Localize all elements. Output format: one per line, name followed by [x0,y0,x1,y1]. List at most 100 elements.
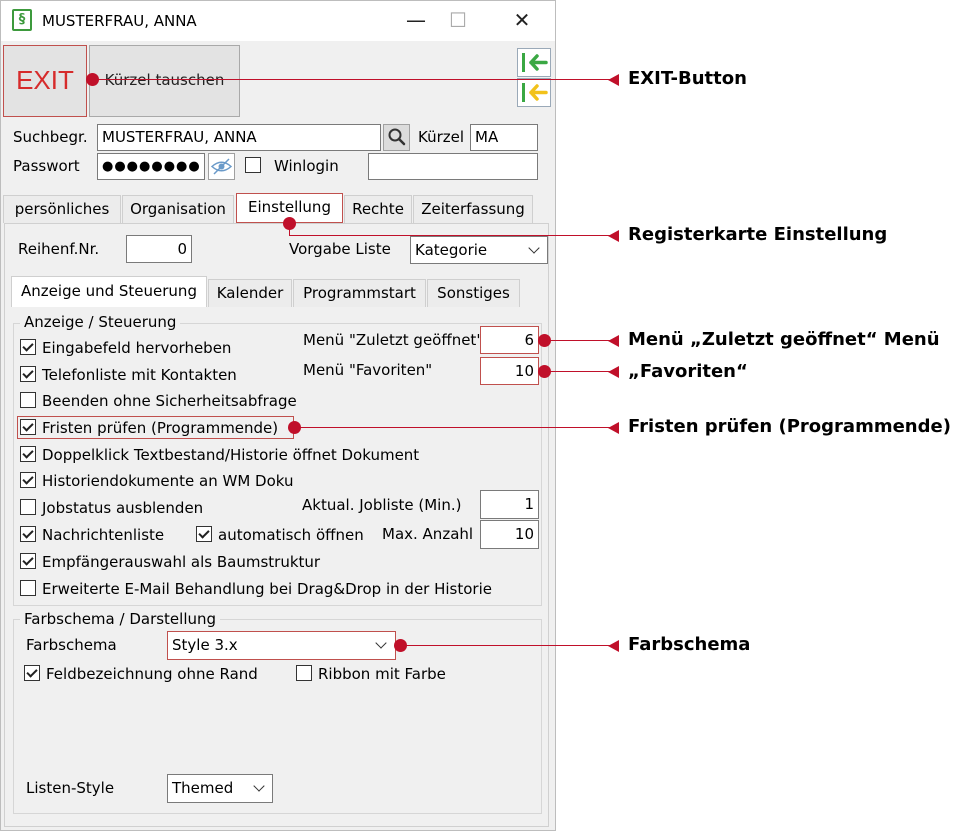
max-anzahl-label: Max. Anzahl [382,525,474,543]
minimize-icon[interactable]: — [396,6,436,36]
callout-line-zuletzt [545,340,612,341]
checkbox-jobstatus[interactable] [20,499,36,515]
checkbox-nachrichtenliste[interactable] [20,526,36,542]
search-input[interactable]: MUSTERFRAU, ANNA [97,124,381,151]
callout-line-register-vertical [289,223,290,235]
label-feldbezeichnung: Feldbezeichnung ohne Rand [46,665,258,683]
subtab-anzeige-steuerung[interactable]: Anzeige und Steuerung [11,276,207,307]
password-label: Passwort [13,157,80,175]
check-icon [22,367,34,379]
checkbox-fristen[interactable] [20,419,36,435]
zuletzt-input[interactable]: 6 [480,326,539,354]
callout-arrow-favoriten [608,366,619,378]
vorgabe-liste-label: Vorgabe Liste [289,240,391,258]
tab-persoenliches[interactable]: persönliches [3,195,121,223]
favoriten-input[interactable]: 10 [480,357,539,385]
listen-style-select[interactable]: Themed [167,774,273,803]
check-icon [22,447,34,459]
callout-line-exit [92,79,612,80]
chevron-down-icon [253,780,265,792]
callout-arrow-exit [608,74,619,86]
check-icon [22,420,34,432]
checkbox-ribbon[interactable] [296,665,312,681]
farbschema-select[interactable]: Style 3.x [167,631,396,660]
checkbox-erweiterte-email[interactable] [20,580,36,596]
checkbox-doppelklick[interactable] [20,446,36,462]
label-erweiterte-email: Erweiterte E-Mail Behandlung bei Drag&Dr… [42,580,492,598]
farbschema-label: Farbschema [26,636,117,654]
callout-line-farbschema [401,645,612,646]
winlogin-checkbox[interactable] [245,157,261,173]
password-input[interactable]: ●●●●●●●● [97,153,205,180]
winlogin-input[interactable] [368,153,538,180]
label-jobstatus: Jobstatus ausblenden [42,499,204,517]
jobliste-label: Aktual. Jobliste (Min.) [302,496,462,514]
tab-zeiterfassung[interactable]: Zeiterfassung [413,195,533,223]
subtab-kalender[interactable]: Kalender [208,279,292,307]
callout-arrow-register [608,230,619,242]
zuletzt-label: Menü "Zuletzt geöffnet" [303,331,484,349]
checkbox-feldbezeichnung[interactable] [24,665,40,681]
exit-button[interactable]: EXIT [3,45,87,117]
label-doppelklick: Doppelklick Textbestand/Historie öffnet … [42,446,420,464]
search-button[interactable] [383,124,410,151]
winlogin-label: Winlogin [274,157,339,175]
label-beenden: Beenden ohne Sicherheitsabfrage [42,392,297,410]
favoriten-label: Menü "Favoriten" [303,361,433,379]
label-fristen: Fristen prüfen (Programmende) [42,419,279,437]
arrow-in-yellow-button[interactable] [517,78,551,107]
label-historiendokumente: Historiendokumente an WM Doku [42,472,294,490]
chevron-down-icon [528,242,540,254]
vorgabe-liste-value: Kategorie [415,241,488,259]
tab-organisation[interactable]: Organisation [122,195,234,223]
search-label: Suchbegr. [13,128,88,146]
checkbox-telefonliste[interactable] [20,366,36,382]
maximize-icon[interactable]: ☐ [438,6,478,36]
close-icon[interactable]: ✕ [502,6,542,36]
checkbox-historiendokumente[interactable] [20,472,36,488]
checkbox-eingabefeld[interactable] [20,339,36,355]
label-automatisch-oeffnen: automatisch öffnen [218,526,364,544]
check-icon [22,554,34,566]
subtab-sonstiges[interactable]: Sonstiges [427,279,520,307]
check-icon [22,473,34,485]
callout-favoriten: „Favoriten“ [628,361,748,382]
check-icon [26,666,38,678]
farbschema-group-title: Farbschema / Darstellung [20,610,221,628]
swap-kuerzel-button[interactable]: Kürzel tauschen [89,45,240,117]
callout-zuletzt: Menü „Zuletzt geöffnet“ Menü [628,329,940,350]
subtab-programmstart[interactable]: Programmstart [293,279,426,307]
jobliste-input[interactable]: 1 [480,490,539,519]
tab-rechte[interactable]: Rechte [344,195,412,223]
label-nachrichtenliste: Nachrichtenliste [42,526,165,544]
vorgabe-liste-select[interactable]: Kategorie [410,236,548,264]
checkbox-beenden[interactable] [20,392,36,408]
checkbox-automatisch-oeffnen[interactable] [196,526,212,542]
label-eingabefeld: Eingabefeld hervorheben [42,339,232,357]
kuerzel-label: Kürzel [418,128,465,146]
label-empfaengerauswahl: Empfängerauswahl als Baumstruktur [42,553,321,571]
listen-style-label: Listen-Style [26,779,115,797]
check-icon [198,527,210,539]
anzeige-group-title: Anzeige / Steuerung [20,313,181,331]
arrow-in-green-button[interactable] [517,48,551,77]
chevron-down-icon [375,637,387,649]
window-title: MUSTERFRAU, ANNA [42,12,197,30]
check-icon [22,340,34,352]
kuerzel-input[interactable]: MA [470,124,538,151]
callout-arrow-zuletzt [608,335,619,347]
reihenf-input[interactable]: 0 [126,235,192,263]
callout-line-fristen [295,427,612,428]
callout-arrow-fristen [608,422,619,434]
checkbox-empfaengerauswahl[interactable] [20,553,36,569]
reihenf-label: Reihenf.Nr. [18,240,100,258]
arrow-left-green-icon [522,53,548,72]
show-password-button[interactable] [208,153,235,180]
app-icon: § [12,9,32,31]
max-anzahl-input[interactable]: 10 [480,520,539,549]
search-icon [388,128,406,146]
callout-line-favoriten [545,371,612,372]
callout-line-register [289,235,612,236]
callout-farbschema: Farbschema [628,634,751,655]
farbschema-value: Style 3.x [172,636,238,654]
